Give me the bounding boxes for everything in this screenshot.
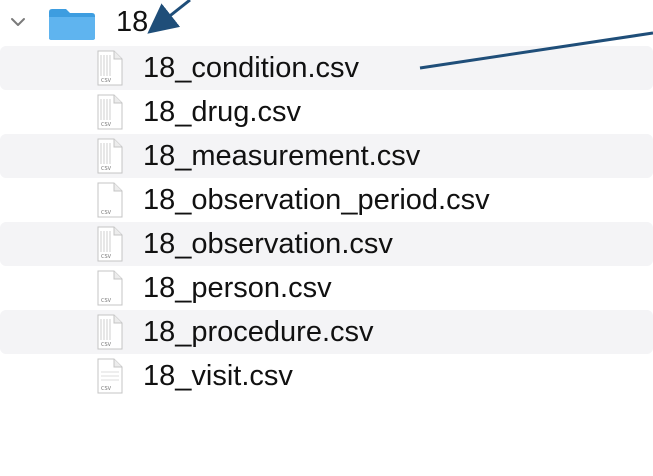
file-name: 18_drug.csv — [143, 96, 301, 128]
csv-file-icon: CSV — [97, 182, 123, 218]
csv-file-icon: CSV — [97, 226, 123, 262]
file-row[interactable]: CSV 18_procedure.csv — [0, 310, 653, 354]
file-row[interactable]: CSV 18_measurement.csv — [0, 134, 653, 178]
csv-file-icon: CSV — [97, 50, 123, 86]
file-row[interactable]: CSV 18_drug.csv — [0, 90, 653, 134]
csv-file-icon: CSV — [97, 94, 123, 130]
file-name: 18_procedure.csv — [143, 316, 374, 348]
file-name: 18_observation.csv — [143, 228, 393, 260]
svg-text:CSV: CSV — [101, 78, 112, 84]
file-name: 18_condition.csv — [143, 52, 360, 84]
file-row[interactable]: CSV 18_visit.csv — [0, 354, 653, 398]
file-browser: 18 CSV 18_condition.csv CSV 18_drug.csv … — [0, 0, 653, 476]
svg-text:CSV: CSV — [101, 254, 112, 260]
csv-file-icon: CSV — [97, 314, 123, 350]
file-name: 18_measurement.csv — [143, 140, 421, 172]
file-name: 18_observation_period.csv — [143, 184, 490, 216]
folder-icon — [49, 9, 95, 40]
folder-name: 18 — [116, 6, 149, 38]
file-name: 18_visit.csv — [143, 360, 293, 392]
file-row[interactable]: CSV 18_observation_period.csv — [0, 178, 653, 222]
csv-file-icon: CSV — [97, 138, 123, 174]
chevron-down-icon[interactable] — [8, 12, 28, 32]
file-row[interactable]: CSV 18_person.csv — [0, 266, 653, 310]
svg-text:CSV: CSV — [101, 298, 112, 304]
csv-file-icon: CSV — [97, 270, 123, 306]
file-row[interactable]: CSV 18_observation.csv — [0, 222, 653, 266]
folder-row-18[interactable]: 18 — [0, 0, 653, 46]
svg-text:CSV: CSV — [101, 166, 112, 172]
file-row[interactable]: CSV 18_condition.csv — [0, 46, 653, 90]
svg-text:CSV: CSV — [101, 342, 112, 348]
svg-text:CSV: CSV — [101, 386, 112, 392]
csv-file-icon: CSV — [97, 358, 123, 394]
file-name: 18_person.csv — [143, 272, 332, 304]
svg-text:CSV: CSV — [101, 210, 112, 216]
svg-text:CSV: CSV — [101, 122, 112, 128]
